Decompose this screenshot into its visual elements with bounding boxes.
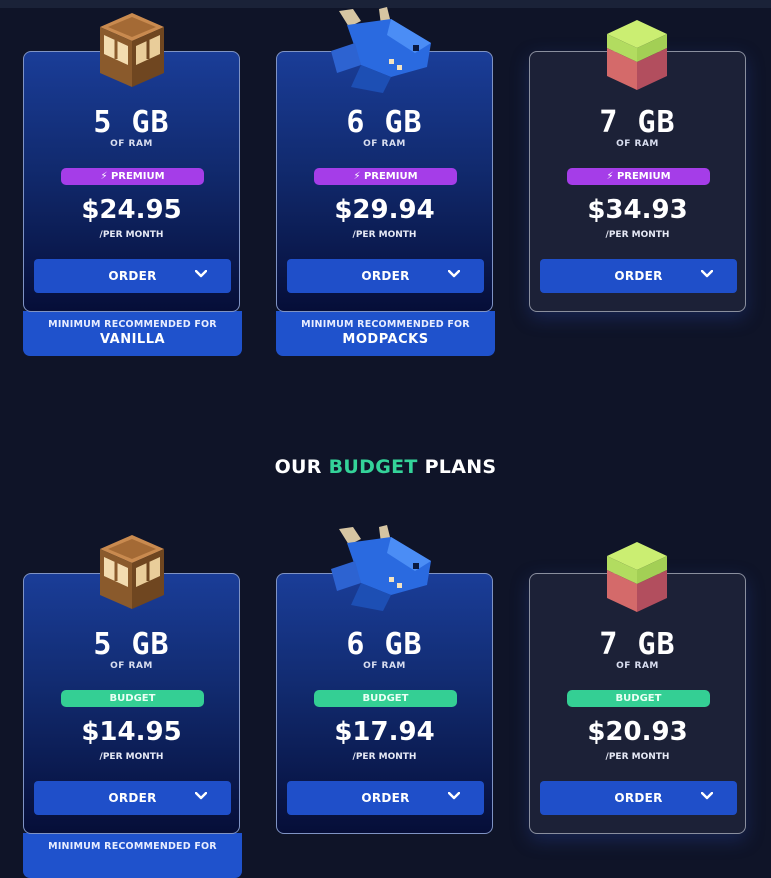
recommendation-value: VANILLA <box>99 332 166 347</box>
price-period: /PER MONTH <box>605 230 670 240</box>
plan-price: $20.93 <box>587 717 688 747</box>
recommendation-label: MINIMUM RECOMMENDED FOR <box>48 319 217 330</box>
grass-block-icon <box>607 542 667 612</box>
recommendation-banner: MINIMUM RECOMMENDED FOR <box>23 833 242 878</box>
plan-size: 6 GB <box>346 105 423 140</box>
crafting-table-icon <box>100 13 164 87</box>
plan-price: $34.93 <box>587 195 688 225</box>
plan-size: 7 GB <box>599 627 676 662</box>
plan-size: 5 GB <box>93 627 170 662</box>
crafting-table-icon <box>100 535 164 609</box>
price-period: /PER MONTH <box>605 752 670 762</box>
chevron-down-icon <box>448 792 460 800</box>
premium-badge: ⚡ PREMIUM <box>567 168 710 185</box>
plan-card-budget-5gb: 5 GB OF RAM BUDGET $14.95 /PER MONTH ORD… <box>23 573 240 834</box>
premium-badge: ⚡ PREMIUM <box>314 168 457 185</box>
ram-label: OF RAM <box>616 139 659 149</box>
price-period: /PER MONTH <box>352 230 417 240</box>
order-button[interactable]: ORDER <box>540 781 737 815</box>
title-prefix: OUR <box>274 456 329 478</box>
plan-price: $24.95 <box>81 195 182 225</box>
price-period: /PER MONTH <box>99 230 164 240</box>
grass-block-icon <box>607 20 667 90</box>
chevron-down-icon <box>701 792 713 800</box>
price-period: /PER MONTH <box>352 752 417 762</box>
budget-badge: BUDGET <box>314 690 457 707</box>
premium-badge: ⚡ PREMIUM <box>61 168 204 185</box>
ram-label: OF RAM <box>363 139 406 149</box>
ram-label: OF RAM <box>363 661 406 671</box>
chevron-down-icon <box>701 270 713 278</box>
recommendation-banner-vanilla: MINIMUM RECOMMENDED FOR VANILLA <box>23 311 242 356</box>
plan-price: $17.94 <box>334 717 435 747</box>
title-highlight: BUDGET <box>328 456 418 478</box>
recommendation-label: MINIMUM RECOMMENDED FOR <box>301 319 470 330</box>
ram-label: OF RAM <box>110 139 153 149</box>
plan-size: 7 GB <box>599 105 676 140</box>
blue-dragon-icon <box>331 7 431 93</box>
order-button[interactable]: ORDER <box>287 781 484 815</box>
order-button[interactable]: ORDER <box>287 259 484 293</box>
chevron-down-icon <box>195 792 207 800</box>
plan-card-premium-5gb: 5 GB OF RAM ⚡ PREMIUM $24.95 /PER MONTH … <box>23 51 240 312</box>
plan-price: $14.95 <box>81 717 182 747</box>
budget-badge: BUDGET <box>61 690 204 707</box>
order-button[interactable]: ORDER <box>34 259 231 293</box>
budget-badge: BUDGET <box>567 690 710 707</box>
order-button[interactable]: ORDER <box>34 781 231 815</box>
plan-price: $29.94 <box>334 195 435 225</box>
chevron-down-icon <box>448 270 460 278</box>
recommendation-banner-modpacks: MINIMUM RECOMMENDED FOR MODPACKS <box>276 311 495 356</box>
plan-size: 5 GB <box>93 105 170 140</box>
ram-label: OF RAM <box>110 661 153 671</box>
ram-label: OF RAM <box>616 661 659 671</box>
section-title: OUR BUDGET PLANS <box>0 456 771 478</box>
blue-dragon-icon <box>331 525 431 611</box>
plan-size: 6 GB <box>346 627 423 662</box>
recommendation-value: MODPACKS <box>342 332 429 347</box>
title-suffix: PLANS <box>417 456 497 478</box>
order-button[interactable]: ORDER <box>540 259 737 293</box>
price-period: /PER MONTH <box>99 752 164 762</box>
chevron-down-icon <box>195 270 207 278</box>
